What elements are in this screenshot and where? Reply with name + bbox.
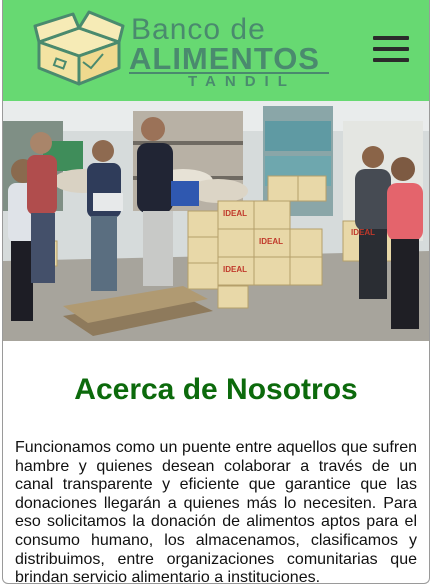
page-frame: Banco de ALIMENTOS TANDIL IDEAL IDEAL ID… — [2, 0, 430, 584]
box-label: IDEAL — [259, 237, 283, 246]
logo-text-tandil: TANDIL — [188, 73, 296, 90]
box-label: IDEAL — [223, 209, 247, 218]
hamburger-bar — [373, 36, 409, 40]
box-label: IDEAL — [351, 228, 375, 237]
hamburger-menu-icon[interactable] — [373, 36, 409, 66]
about-paragraph: Funcionamos como un puente entre aquello… — [15, 439, 417, 584]
volunteers-warehouse-illustration: IDEAL IDEAL IDEAL IDEAL — [3, 101, 429, 341]
site-logo[interactable]: Banco de ALIMENTOS TANDIL — [33, 10, 333, 90]
about-section: Acerca de Nosotros Funcionamos como un p… — [3, 373, 429, 584]
page-title: Acerca de Nosotros — [74, 373, 358, 406]
hamburger-bar — [373, 47, 409, 51]
hamburger-bar — [373, 58, 409, 62]
hero-photo: IDEAL IDEAL IDEAL IDEAL — [3, 101, 429, 341]
site-header: Banco de ALIMENTOS TANDIL — [3, 0, 429, 101]
box-label: IDEAL — [223, 265, 247, 274]
box-logo-icon — [33, 10, 125, 86]
logo-text-alimentos: ALIMENTOS — [129, 41, 320, 76]
